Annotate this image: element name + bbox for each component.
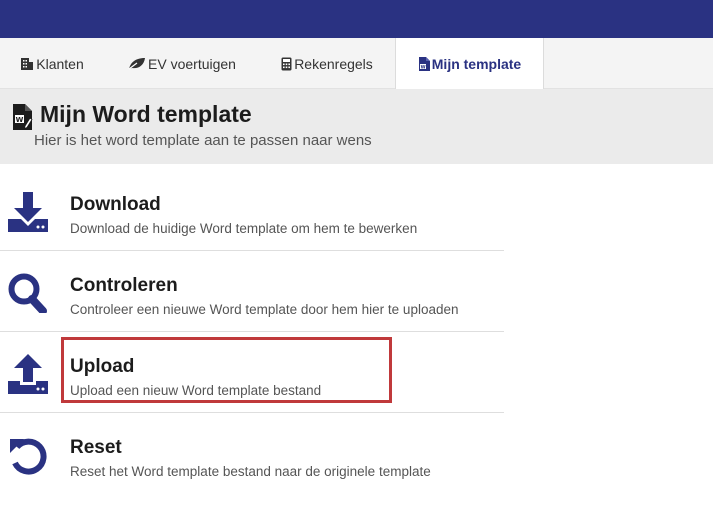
page-header: W Mijn Word template Hier is het word te…	[0, 89, 713, 164]
tab-label: Mijn template	[431, 55, 522, 72]
action-title: Reset	[70, 437, 122, 458]
word-file-icon: W	[418, 56, 430, 71]
download-action[interactable]: Download Download de huidige Word templa…	[0, 170, 504, 251]
action-description: Upload een nieuw Word template bestand	[70, 383, 322, 398]
page-title: Mijn Word template	[40, 101, 252, 127]
tab-label: Klanten	[36, 55, 84, 72]
tab-label: EV voertuigen	[148, 55, 236, 72]
action-title: Controleren	[70, 275, 178, 296]
tab-mijn-template[interactable]: W Mijn template	[395, 38, 544, 89]
controleren-action[interactable]: Controleren Controleer een nieuwe Word t…	[0, 251, 504, 332]
download-icon	[8, 192, 48, 232]
leaf-icon	[128, 57, 146, 70]
svg-text:W: W	[420, 64, 425, 70]
upload-action[interactable]: Upload Upload een nieuw Word template be…	[0, 332, 504, 413]
action-description: Download de huidige Word template om hem…	[70, 221, 418, 236]
action-description: Reset het Word template bestand naar de …	[70, 464, 431, 479]
tab-label: Rekenregels	[294, 55, 373, 72]
building-icon	[20, 57, 34, 71]
tab-ev-voertuigen[interactable]: EV voertuigen	[120, 38, 244, 89]
tab-bar: Klanten EV voertuigen Rekenregels W Mijn…	[0, 38, 713, 89]
top-bar	[0, 0, 713, 38]
search-icon	[8, 273, 48, 315]
action-title: Download	[70, 194, 161, 215]
tab-rekenregels[interactable]: Rekenregels	[272, 38, 382, 89]
action-description: Controleer een nieuwe Word template door…	[70, 302, 459, 317]
page-subtitle: Hier is het word template aan te passen …	[34, 132, 372, 149]
reset-action[interactable]: Reset Reset het Word template bestand na…	[0, 413, 504, 494]
calculator-icon	[281, 57, 292, 71]
svg-text:W: W	[16, 116, 24, 124]
tab-klanten[interactable]: Klanten	[12, 38, 92, 89]
undo-icon	[8, 435, 48, 475]
action-title: Upload	[70, 356, 135, 377]
word-file-edit-icon: W	[12, 104, 34, 135]
upload-icon	[8, 354, 48, 394]
